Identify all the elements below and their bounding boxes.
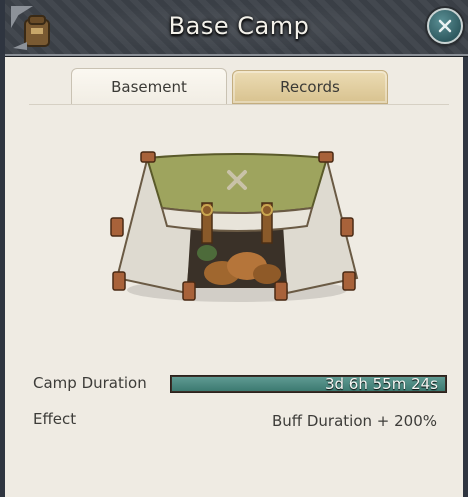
- camp-duration-value: 3d 6h 55m 24s: [324, 375, 438, 393]
- tent-illustration: [110, 151, 359, 302]
- effect-value: Buff Duration + 200%: [271, 412, 437, 430]
- base-camp-window: Base Camp Basement Records Camp Duration…: [0, 0, 468, 497]
- tab-records-label: Records: [280, 78, 340, 96]
- title-bar[interactable]: Base Camp: [5, 0, 468, 56]
- camp-duration-label: Camp Duration: [33, 374, 147, 392]
- window-title: Base Camp: [168, 12, 310, 40]
- camp-duration-bar: 3d 6h 55m 24s: [170, 375, 447, 393]
- tab-basement[interactable]: Basement: [71, 68, 227, 104]
- tab-bar: Basement Records: [71, 68, 391, 104]
- close-button[interactable]: [427, 8, 463, 44]
- effect-label: Effect: [33, 410, 77, 428]
- tab-records[interactable]: Records: [232, 70, 388, 104]
- tab-divider: [29, 104, 449, 105]
- close-icon: [438, 19, 452, 33]
- tab-basement-label: Basement: [111, 77, 187, 96]
